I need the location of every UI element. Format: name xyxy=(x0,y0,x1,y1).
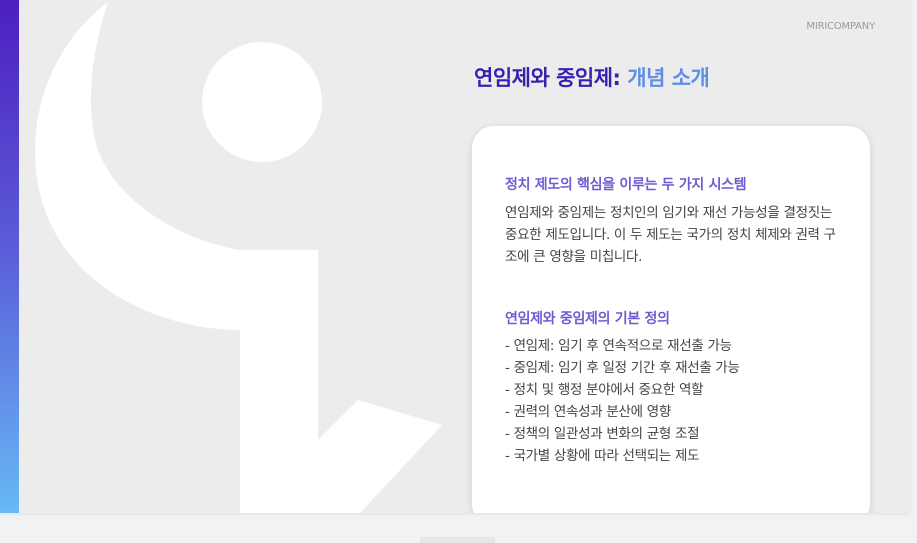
bottom-scroll-handle[interactable] xyxy=(420,537,495,543)
list-item: - 권력의 연속성과 분산에 영향 xyxy=(505,404,671,420)
title-part-2: 개념 소개 xyxy=(627,66,710,90)
page-title: 연임제와 중임제: 개념 소개 xyxy=(474,62,710,92)
list-item: - 정치 및 행정 분야에서 중요한 역할 xyxy=(505,382,704,398)
content-card: 정치 제도의 핵심을 이루는 두 가지 시스템 연임제와 중임제는 정치인의 임… xyxy=(472,126,870,513)
company-name: MIRICOMPANY xyxy=(806,21,875,32)
decorative-figure-graphic xyxy=(34,2,442,513)
list-item: - 연임제: 임기 후 연속적으로 재선출 가능 xyxy=(505,338,732,354)
title-part-1: 연임제와 중임제: xyxy=(474,66,621,90)
section-1-body: 연임제와 중임제는 정치인의 임기와 재선 가능성을 결정짓는 중요한 제도입니… xyxy=(505,205,836,265)
list-item: - 국가별 상황에 따라 선택되는 제도 xyxy=(505,448,700,464)
section-2-list: - 연임제: 임기 후 연속적으로 재선출 가능 - 중임제: 임기 후 일정 … xyxy=(505,335,845,467)
section-2-heading: 연임제와 중임제의 기본 정의 xyxy=(505,311,670,327)
slide: MIRICOMPANY 연임제와 중임제: 개념 소개 정치 제도의 핵심을 이… xyxy=(0,0,910,513)
list-item: - 정책의 일관성과 변화의 균형 조절 xyxy=(505,426,700,442)
list-item: - 중임제: 임기 후 일정 기간 후 재선출 가능 xyxy=(505,360,740,376)
section-1-heading: 정치 제도의 핵심을 이루는 두 가지 시스템 xyxy=(505,177,747,193)
